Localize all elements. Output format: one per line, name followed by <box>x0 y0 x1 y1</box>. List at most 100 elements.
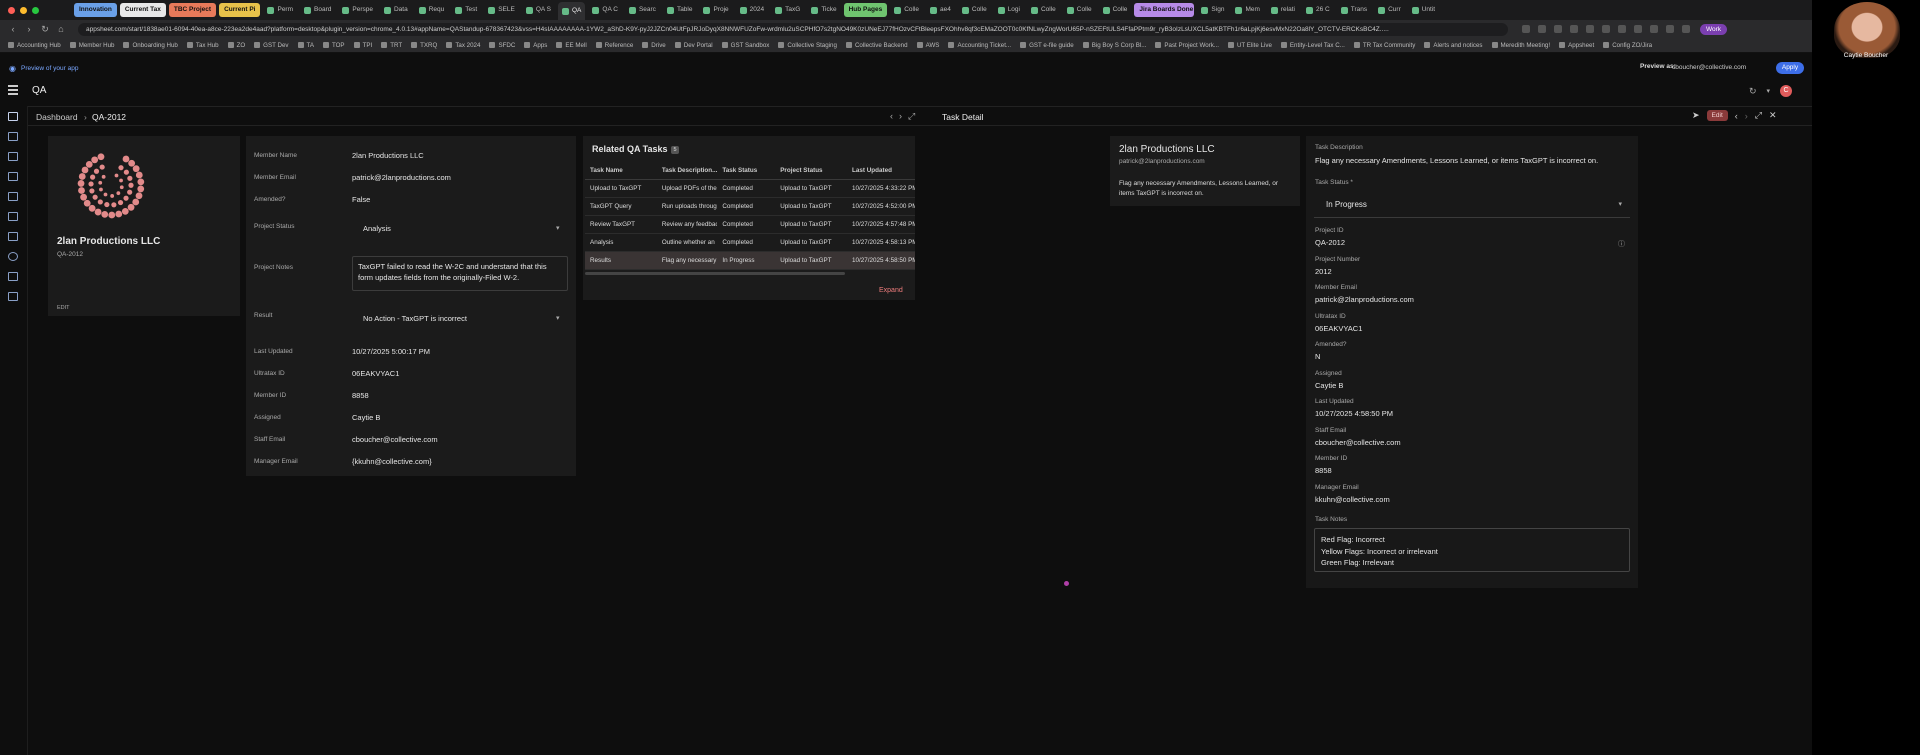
previous-icon[interactable]: ‹ <box>1735 111 1738 121</box>
browser-tab[interactable]: 2024 <box>736 3 768 17</box>
extension-icon[interactable] <box>1618 25 1626 33</box>
avatar[interactable]: C <box>1780 85 1792 97</box>
back-icon[interactable]: ‹ <box>8 24 18 34</box>
bookmark-item[interactable]: TXRQ <box>411 42 437 49</box>
bookmark-item[interactable]: Meredith Meeting! <box>1491 42 1550 49</box>
table-row[interactable]: TaxGPT Query Run uploads throug Completed U… <box>585 197 915 216</box>
bookmark-item[interactable]: Onboarding Hub <box>123 42 178 49</box>
bookmark-item[interactable]: Drive <box>642 42 666 49</box>
extension-icon[interactable] <box>1586 25 1594 33</box>
browser-tab[interactable]: Curr <box>1374 3 1405 17</box>
bookmark-item[interactable]: GST Dev <box>254 42 289 49</box>
browser-tab[interactable]: Table <box>663 3 697 17</box>
table-row[interactable]: Results Flag any necessary In Progress Uplo… <box>585 251 915 270</box>
result-dropdown[interactable]: No Action - TaxGPT is incorrect <box>363 314 467 323</box>
chevron-down-icon[interactable]: ▾ <box>556 314 560 322</box>
browser-tab[interactable]: Colle <box>958 3 991 17</box>
table-row[interactable]: Upload to TaxGPT Upload PDFs of the Comple… <box>585 179 915 198</box>
bookmark-item[interactable]: Alerts and notices <box>1424 42 1483 49</box>
next-icon[interactable]: › <box>1745 111 1748 121</box>
browser-tab[interactable]: Proje <box>699 3 732 17</box>
minimize-window-button[interactable] <box>20 6 27 14</box>
extension-icon[interactable] <box>1570 25 1578 33</box>
chat-icon[interactable] <box>8 272 19 282</box>
bookmark-item[interactable]: Member Hub <box>69 42 114 49</box>
bookmark-item[interactable]: Past Project Work... <box>1155 42 1219 49</box>
browser-tab[interactable]: Perspe <box>338 3 377 17</box>
close-window-button[interactable] <box>8 6 15 14</box>
project-status-dropdown[interactable]: Analysis <box>363 224 391 233</box>
browser-tab[interactable]: SELE <box>484 3 519 17</box>
browser-tab[interactable]: Colle <box>1063 3 1096 17</box>
bookmark-item[interactable]: Collective Backend <box>845 42 908 49</box>
bookmark-item[interactable]: TR Tax Community <box>1353 42 1415 49</box>
previous-record-icon[interactable]: ‹ <box>890 111 893 122</box>
browser-tab[interactable]: Ticke <box>807 3 840 17</box>
fullscreen-icon[interactable]: ⤢ <box>1755 110 1762 121</box>
chart-icon[interactable] <box>8 232 19 242</box>
extension-icon[interactable] <box>1666 25 1674 33</box>
bookmark-item[interactable]: Big Boy S Corp Bl... <box>1082 42 1146 49</box>
profile-edit-link[interactable]: EDIT <box>57 305 70 311</box>
column-header[interactable]: Project Status <box>775 163 848 180</box>
bookmark-item[interactable]: TPI <box>353 42 372 49</box>
extension-icon[interactable] <box>1522 25 1530 33</box>
home-icon[interactable]: ⌂ <box>56 24 66 34</box>
bookmark-item[interactable]: GST Sandbox <box>721 42 769 49</box>
tasks-icon[interactable] <box>8 172 19 182</box>
extension-icon[interactable] <box>1634 25 1642 33</box>
forward-icon[interactable]: › <box>24 24 34 34</box>
browser-tab[interactable]: TaxG <box>771 3 804 17</box>
browser-tab[interactable]: QA <box>558 2 586 20</box>
browser-tab[interactable]: ae4 <box>926 3 955 17</box>
column-header[interactable]: Last Updated <box>847 163 915 180</box>
browser-tab[interactable]: QA S <box>522 3 555 17</box>
browser-tab[interactable]: Requ <box>415 3 449 17</box>
table-row[interactable]: Analysis Outline whether an Completed Uploa… <box>585 233 915 252</box>
grid-icon[interactable] <box>8 292 19 302</box>
bookmark-item[interactable]: Dev Portal <box>674 42 713 49</box>
expand-icon[interactable]: ⤢ <box>908 111 915 122</box>
sort-icon[interactable] <box>8 152 19 162</box>
chevron-down-icon[interactable]: ▾ <box>1618 200 1622 208</box>
extension-icon[interactable] <box>1538 25 1546 33</box>
bookmark-item[interactable]: ZO <box>227 42 245 49</box>
bookmark-item[interactable]: Apps <box>524 42 547 49</box>
browser-tab[interactable]: Trans <box>1337 3 1371 17</box>
preview-as-input[interactable]: cboucher@collective.com <box>1672 62 1772 73</box>
browser-tab[interactable]: Test <box>451 3 481 17</box>
info-icon[interactable] <box>8 252 19 262</box>
bookmark-item[interactable]: Config ZO/Jira <box>1603 42 1652 49</box>
profile-work-button[interactable]: Work <box>1700 23 1728 35</box>
project-notes-textarea[interactable]: TaxGPT failed to read the W-2C and under… <box>352 256 568 291</box>
browser-tab[interactable]: Logi <box>994 3 1024 17</box>
next-record-icon[interactable]: › <box>899 111 902 122</box>
bookmark-item[interactable]: Accounting Hub <box>8 42 61 49</box>
browser-tab[interactable]: Sign <box>1197 3 1228 17</box>
bookmark-item[interactable]: Tax 2024 <box>446 42 480 49</box>
bookmark-item[interactable]: SFDC <box>489 42 515 49</box>
browser-tab[interactable]: Colle <box>890 3 923 17</box>
browser-tab[interactable]: TBC Project <box>168 3 217 17</box>
sync-icon[interactable]: ↻ <box>1749 86 1757 97</box>
reload-icon[interactable]: ↻ <box>40 24 50 35</box>
browser-tab[interactable]: Searc <box>625 3 660 17</box>
browser-tab[interactable]: Perm <box>263 3 297 17</box>
breadcrumb-dashboard[interactable]: Dashboard <box>36 112 78 122</box>
bookmark-item[interactable]: Collective Staging <box>778 42 837 49</box>
menu-icon[interactable] <box>8 85 18 95</box>
bookmark-item[interactable]: Appsheet <box>1559 42 1594 49</box>
flow-icon[interactable] <box>8 132 19 142</box>
chevron-down-icon[interactable]: ▾ <box>556 224 560 232</box>
maximize-window-button[interactable] <box>32 6 39 14</box>
bookmark-item[interactable]: EE Mell <box>556 42 587 49</box>
browser-tab[interactable]: Jira Boards Done <box>1134 3 1195 17</box>
extension-icon[interactable] <box>1682 25 1690 33</box>
bookmark-item[interactable]: TRT <box>381 42 402 49</box>
table-icon[interactable] <box>8 212 19 222</box>
send-icon[interactable]: ➤ <box>1692 110 1700 121</box>
cards-icon[interactable] <box>8 192 19 202</box>
chevron-down-icon[interactable]: ▾ <box>1766 87 1770 95</box>
browser-tab[interactable]: Hub Pages <box>843 3 888 17</box>
column-header[interactable]: Task Name <box>585 163 657 180</box>
